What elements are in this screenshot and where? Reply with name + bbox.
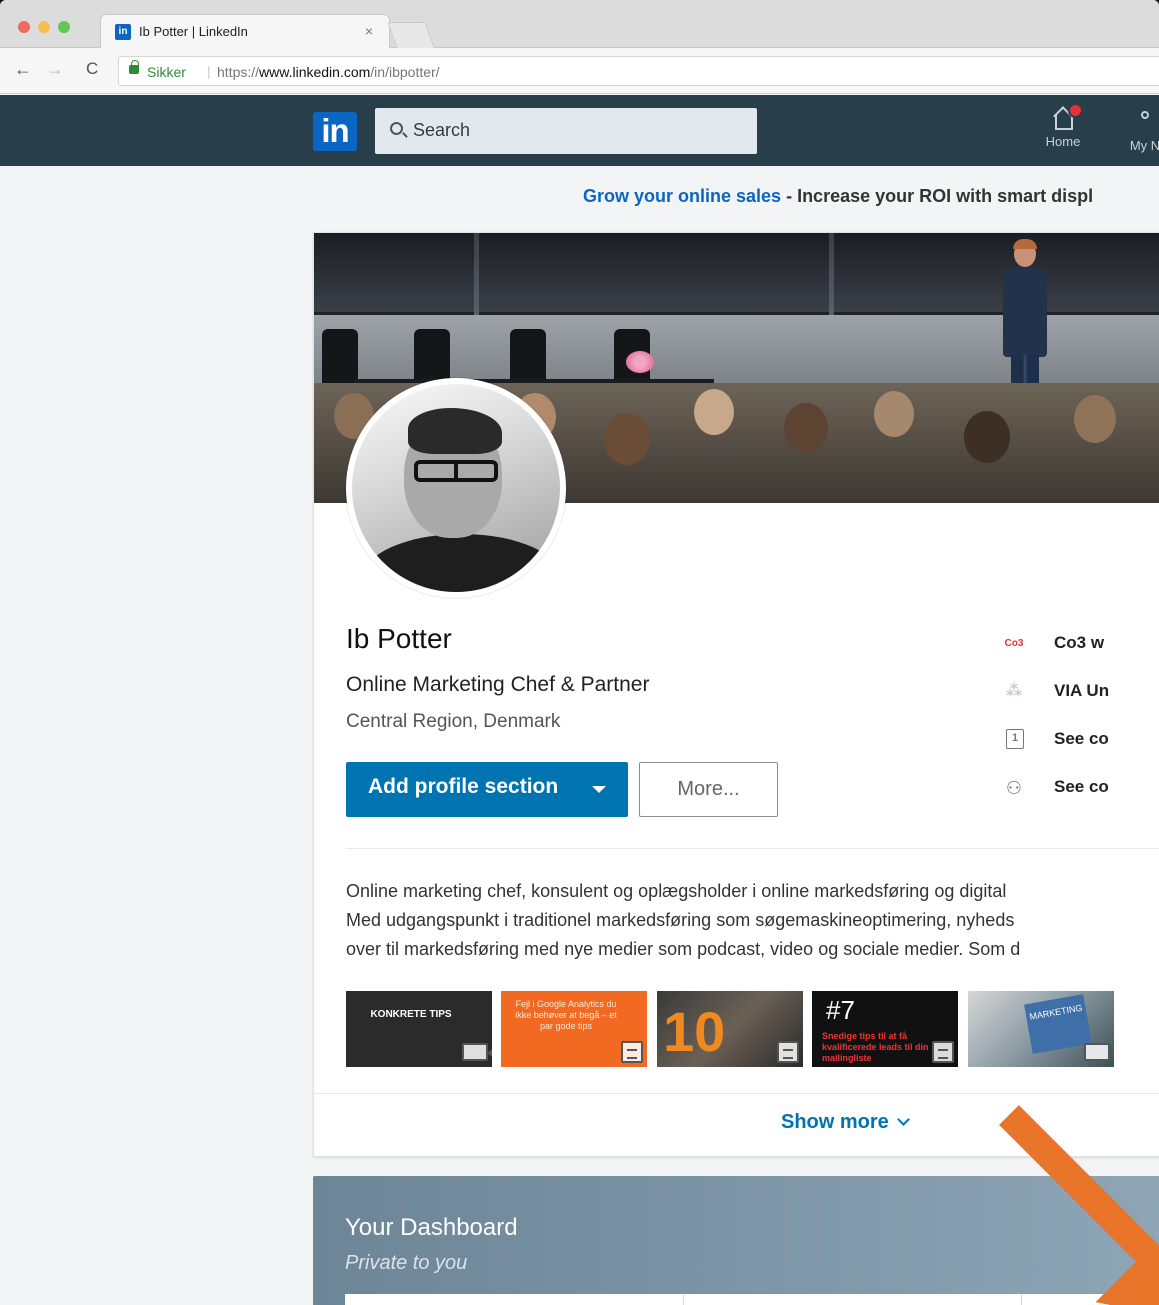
cover-screen: [479, 233, 829, 315]
forward-arrow-icon[interactable]: →: [46, 59, 64, 80]
lock-icon: [129, 60, 139, 74]
contact-card-icon: 1: [1006, 729, 1024, 749]
url-domain: www.linkedin.com: [259, 64, 371, 80]
reload-icon[interactable]: C: [86, 59, 98, 79]
add-profile-section-button[interactable]: Add profile section: [346, 762, 628, 817]
cover-chair: [414, 329, 450, 385]
url-separator: |: [207, 63, 211, 79]
annotation-arrow: [995, 1105, 1159, 1305]
media-title: MARKETING: [1024, 994, 1092, 1054]
connections-icon: ⚇: [1005, 778, 1023, 798]
search-input[interactable]: [413, 120, 743, 141]
side-link-contact-info[interactable]: 1 See co: [1006, 729, 1109, 749]
ad-banner[interactable]: Grow your online sales - Increase your R…: [583, 186, 1093, 207]
video-icon: [1084, 1043, 1114, 1061]
cover-screen: [314, 233, 474, 315]
cover-flowers: [626, 351, 654, 373]
profile-name: Ib Potter: [346, 623, 452, 654]
nav-item-home[interactable]: Home: [1028, 103, 1098, 149]
nav-item-label: My N: [1129, 138, 1159, 153]
address-bar: ← → C Sikker | https://www.linkedin.com/…: [0, 48, 1159, 94]
search-box[interactable]: [375, 108, 757, 154]
side-link-label: VIA Un: [1054, 681, 1110, 700]
network-icon: [1134, 111, 1156, 135]
new-tab-button[interactable]: [387, 22, 435, 48]
url-field[interactable]: Sikker | https://www.linkedin.com/in/ibp…: [118, 56, 1159, 86]
notification-badge: [1068, 103, 1083, 118]
side-link-connections[interactable]: ⚇ See co: [1006, 777, 1109, 798]
side-link-label: See co: [1054, 777, 1109, 796]
media-thumbnail[interactable]: Fejl i Google Analytics du ikke behøver …: [501, 991, 647, 1067]
side-link-label: See co: [1054, 729, 1109, 748]
browser-tab[interactable]: in Ib Potter | LinkedIn ×: [100, 14, 390, 48]
show-more-button[interactable]: Show more: [781, 1111, 910, 1134]
ad-link[interactable]: Grow your online sales: [583, 186, 781, 206]
ad-text: Increase your ROI with smart displ: [797, 186, 1094, 206]
nav-item-my-network[interactable]: My N: [1110, 105, 1159, 153]
caret-down-icon: [592, 786, 606, 793]
nav-item-label: Home: [1045, 134, 1081, 149]
document-icon: [621, 1041, 643, 1063]
document-icon: [777, 1041, 799, 1063]
linkedin-favicon-icon: in: [115, 24, 131, 40]
more-button[interactable]: More...: [639, 762, 778, 817]
media-title: KONKRETE TIPS: [370, 1009, 452, 1020]
linkedin-logo[interactable]: in: [313, 112, 357, 151]
ad-separator: -: [781, 186, 798, 206]
media-title: #7: [826, 995, 855, 1025]
secure-label: Sikker: [147, 64, 186, 80]
show-more-label: Show more: [781, 1111, 889, 1133]
linkedin-navbar: in Home My N: [0, 95, 1159, 166]
dashboard-title: Your Dashboard: [345, 1214, 518, 1241]
back-arrow-icon[interactable]: ←: [14, 59, 32, 80]
school-logo-icon: ⁂: [1005, 683, 1023, 700]
profile-summary: Online marketing chef, konsulent og oplæ…: [346, 877, 1159, 964]
divider: [346, 848, 1159, 849]
video-icon: [462, 1043, 492, 1061]
avatar-photo: [352, 384, 560, 592]
minimize-window-button[interactable]: [38, 21, 50, 33]
tab-strip: in Ib Potter | LinkedIn ×: [0, 0, 1159, 48]
profile-headline: Online Marketing Chef & Partner: [346, 673, 650, 696]
media-thumbnail[interactable]: MARKETING: [968, 991, 1114, 1067]
close-window-button[interactable]: [18, 21, 30, 33]
side-link-education[interactable]: ⁂ VIA Un: [1006, 681, 1110, 701]
maximize-window-button[interactable]: [58, 21, 70, 33]
cover-chair: [322, 329, 358, 385]
media-title: Fejl i Google Analytics du ikke behøver …: [515, 999, 617, 1031]
divider: [314, 1093, 1159, 1094]
summary-line: Online marketing chef, konsulent og oplæ…: [346, 881, 1007, 901]
media-thumbnail[interactable]: 10: [657, 991, 803, 1067]
avatar[interactable]: [346, 378, 566, 598]
cover-screen: [834, 233, 1159, 315]
url-path: /in/ibpotter/: [370, 64, 440, 80]
side-link-current-company[interactable]: Co3 Co3 w: [1005, 633, 1105, 653]
tab-title: Ib Potter | LinkedIn: [139, 24, 248, 39]
url-text: https://www.linkedin.com/in/ibpotter/: [217, 64, 440, 80]
chevron-down-icon: [896, 1113, 910, 1126]
media-thumbnail[interactable]: #7 Snedige tips til at få kvalificerede …: [812, 991, 958, 1067]
profile-card: Ib Potter Online Marketing Chef & Partne…: [313, 232, 1159, 1157]
add-profile-section-label: Add profile section: [368, 775, 559, 798]
document-icon: [932, 1041, 954, 1063]
summary-line: over til markedsføring med nye medier so…: [346, 939, 1021, 959]
cover-chair: [510, 329, 546, 385]
search-icon: [390, 122, 403, 135]
media-title: 10: [663, 1000, 726, 1063]
profile-location: Central Region, Denmark: [346, 711, 561, 732]
company-logo-icon: Co3: [1004, 638, 1024, 649]
media-thumbnail[interactable]: KONKRETE TIPS: [346, 991, 492, 1067]
url-prefix: https://: [217, 64, 260, 80]
browser-window: in Ib Potter | LinkedIn × ← → C Sikker |…: [0, 0, 1159, 1305]
side-link-label: Co3 w: [1054, 633, 1105, 652]
dashboard-subtitle: Private to you: [345, 1252, 468, 1274]
media-subtitle: Snedige tips til at få kvalificerede lea…: [822, 1031, 929, 1063]
arrow-head: [1095, 1245, 1159, 1305]
summary-line: Med udgangspunkt i traditionel markedsfø…: [346, 910, 1015, 930]
tab-close-icon[interactable]: ×: [365, 23, 373, 39]
